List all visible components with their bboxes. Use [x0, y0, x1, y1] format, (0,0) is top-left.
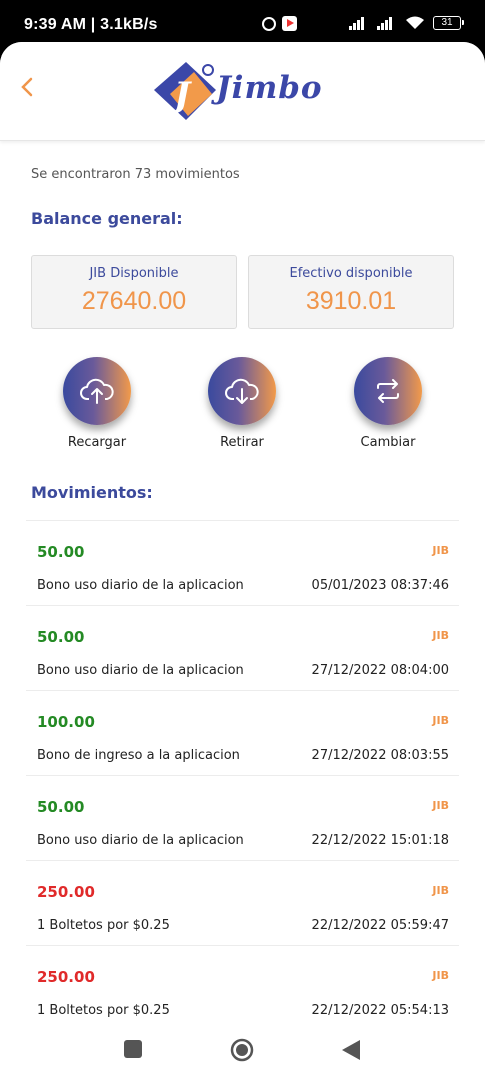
- movements-count: Se encontraron 73 movimientos: [31, 167, 240, 182]
- swap-arrows-icon: [377, 379, 399, 403]
- exchange-button[interactable]: Cambiar: [333, 357, 443, 450]
- signal-icon: [349, 16, 369, 30]
- movement-date: 22/12/2022 15:01:18: [311, 833, 449, 848]
- movement-description: Bono uso diario de la aplicacion: [37, 833, 244, 848]
- movement-amount: 50.00: [37, 543, 85, 561]
- movement-amount: 250.00: [37, 883, 95, 901]
- status-time: 9:39 AM | 3.1kB/s: [24, 16, 158, 33]
- app-screen: J Jimbo Se encontraron 73 movimientos Ba…: [0, 42, 485, 1080]
- exchange-label: Cambiar: [360, 435, 416, 450]
- movement-description: 1 Boltetos por $0.25: [37, 918, 170, 933]
- recharge-button[interactable]: Recargar: [42, 357, 152, 450]
- movement-currency: JIB: [432, 884, 449, 897]
- list-item[interactable]: 100.00 JIB Bono de ingreso a la aplicaci…: [26, 691, 459, 776]
- jib-balance-value: 27640.00: [81, 287, 187, 315]
- withdraw-label: Retirar: [220, 435, 264, 450]
- movement-currency: JIB: [432, 544, 449, 557]
- movement-amount: 50.00: [37, 798, 85, 816]
- movement-currency: JIB: [432, 969, 449, 982]
- list-item[interactable]: 50.00 JIB Bono uso diario de la aplicaci…: [26, 776, 459, 861]
- jib-balance-card: JIB Disponible 27640.00: [31, 255, 237, 329]
- movement-amount: 50.00: [37, 628, 85, 646]
- triangle-back-icon: [342, 1040, 360, 1060]
- list-item[interactable]: 250.00 JIB 1 Boltetos por $0.25 22/12/20…: [26, 946, 459, 1031]
- balance-title: Balance general:: [31, 209, 183, 228]
- movement-description: Bono uso diario de la aplicacion: [37, 663, 244, 678]
- chevron-left-icon: [21, 77, 33, 97]
- movement-currency: JIB: [432, 799, 449, 812]
- movement-description: 1 Boltetos por $0.25: [37, 1003, 170, 1018]
- logo-text: Jimbo: [216, 70, 323, 106]
- home-button[interactable]: [230, 1038, 254, 1066]
- list-item[interactable]: 50.00 JIB Bono uso diario de la aplicaci…: [26, 521, 459, 606]
- signal-icon-2: [377, 16, 397, 30]
- recharge-label: Recargar: [67, 435, 127, 450]
- play-store-icon: [282, 16, 297, 31]
- movement-date: 27/12/2022 08:03:55: [311, 748, 449, 763]
- square-icon: [124, 1040, 142, 1058]
- jib-balance-label: JIB Disponible: [89, 266, 179, 281]
- status-bar: 9:39 AM | 3.1kB/s 31: [0, 0, 485, 44]
- jimbo-logo: J Jimbo: [150, 52, 340, 132]
- cash-balance-card: Efectivo disponible 3910.01: [248, 255, 454, 329]
- movements-list: 50.00 JIB Bono uso diario de la aplicaci…: [26, 520, 459, 1031]
- movements-title: Movimientos:: [31, 483, 153, 502]
- recent-apps-button[interactable]: [124, 1040, 142, 1062]
- movement-currency: JIB: [432, 629, 449, 642]
- movement-currency: JIB: [432, 714, 449, 727]
- list-item[interactable]: 250.00 JIB 1 Boltetos por $0.25 22/12/20…: [26, 861, 459, 946]
- withdraw-button[interactable]: Retirar: [187, 357, 297, 450]
- movement-date: 27/12/2022 08:04:00: [311, 663, 449, 678]
- nav-back-button[interactable]: [342, 1040, 360, 1064]
- cash-balance-value: 3910.01: [305, 287, 397, 315]
- app-header: J Jimbo: [0, 42, 485, 141]
- movement-description: Bono de ingreso a la aplicacion: [37, 748, 240, 763]
- movement-description: Bono uso diario de la aplicacion: [37, 578, 244, 593]
- alarm-icon: [262, 16, 276, 31]
- wifi-icon: [406, 16, 424, 29]
- movement-amount: 100.00: [37, 713, 95, 731]
- circle-icon: [230, 1038, 254, 1062]
- system-nav-bar: [0, 1024, 485, 1080]
- cloud-upload-icon: [80, 378, 114, 404]
- movement-date: 22/12/2022 05:59:47: [311, 918, 449, 933]
- list-item[interactable]: 50.00 JIB Bono uso diario de la aplicaci…: [26, 606, 459, 691]
- movement-date: 05/01/2023 08:37:46: [311, 578, 449, 593]
- movement-date: 22/12/2022 05:54:13: [311, 1003, 449, 1018]
- battery-icon: 31: [433, 16, 464, 30]
- cloud-download-icon: [225, 378, 259, 404]
- cash-balance-label: Efectivo disponible: [289, 266, 413, 281]
- movement-amount: 250.00: [37, 968, 95, 986]
- back-button[interactable]: [16, 76, 38, 98]
